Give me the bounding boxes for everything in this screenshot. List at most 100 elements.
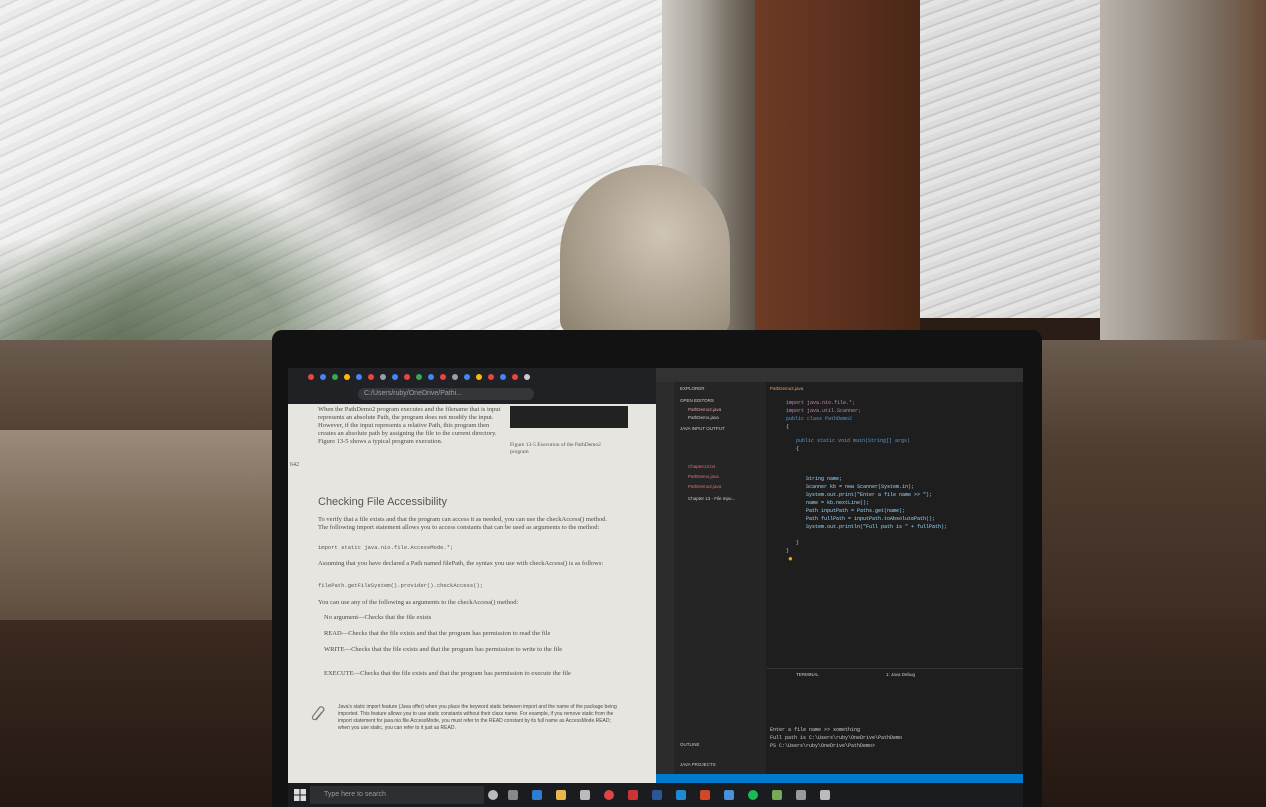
paragraph: Assuming that you have declared a Path n… <box>318 560 604 567</box>
tab-icon[interactable] <box>404 374 410 380</box>
sidebar-section[interactable]: JAVA INPUT OUTPUT <box>680 426 725 431</box>
editor-tab[interactable]: PathDemo2.java <box>770 386 803 391</box>
page-number: 642 <box>290 462 299 468</box>
store-icon[interactable] <box>580 790 590 800</box>
tab-terminal[interactable]: TERMINAL <box>796 672 819 677</box>
file-item[interactable]: PathDemo2.java <box>688 407 721 412</box>
paragraph: To verify that a file exists and that th… <box>318 516 608 531</box>
file-item[interactable]: PathDemo2.java <box>688 484 721 489</box>
code-line: String name; <box>806 476 843 482</box>
code-line: name = kb.nextLine(); <box>806 500 870 506</box>
tab-icon[interactable] <box>488 374 494 380</box>
lightbulb-icon[interactable]: ● <box>788 554 793 563</box>
paperclip-icon <box>311 706 325 721</box>
app-icon[interactable] <box>772 790 782 800</box>
code-line: import static java.nio.file.AccessMode.*… <box>318 544 454 551</box>
tab-icon[interactable] <box>464 374 470 380</box>
code-line: System.out.println("Full path is " + ful… <box>806 524 948 530</box>
tab-icon[interactable] <box>476 374 482 380</box>
file-item[interactable]: PathDemo.java <box>688 415 719 420</box>
tab-icon[interactable] <box>452 374 458 380</box>
file-explorer-icon[interactable] <box>556 790 566 800</box>
tab-icon[interactable] <box>380 374 386 380</box>
app-icon[interactable] <box>628 790 638 800</box>
sock-foot <box>560 165 730 335</box>
sidebar-section[interactable]: OPEN EDITORS <box>680 398 714 403</box>
code-line: System.out.print("Enter a file name >> "… <box>806 492 933 498</box>
tab-icon[interactable] <box>416 374 422 380</box>
figure-caption: Figure 13-5 Execution of the PathDemo2 p… <box>510 442 601 455</box>
cortana-icon[interactable] <box>488 790 498 800</box>
chrome-icon[interactable] <box>604 790 614 800</box>
activity-bar <box>656 382 674 782</box>
tab-icon[interactable] <box>524 374 530 380</box>
section-heading: Checking File Accessibility <box>318 496 447 508</box>
app-icon[interactable] <box>796 790 806 800</box>
window-frame-right <box>1100 0 1266 360</box>
task-view-icon[interactable] <box>508 790 518 800</box>
code-line: Path fullPath = inputPath.toAbsolutePath… <box>806 516 936 522</box>
tab-icon[interactable] <box>368 374 374 380</box>
mail-icon[interactable] <box>724 790 734 800</box>
code-line: Path inputPath = Paths.get(name); <box>806 508 906 514</box>
code-line: { <box>786 424 790 430</box>
tab-icon[interactable] <box>392 374 398 380</box>
note-text: Java's static import feature (Java offer… <box>338 704 617 731</box>
curtain <box>755 0 920 330</box>
terminal-line: Enter a file name >> something <box>770 727 861 733</box>
terminal-dropdown[interactable]: 1: Java Debug <box>886 672 915 677</box>
sidebar-section[interactable]: OUTLINE <box>680 742 700 747</box>
bullet-item: EXECUTE—Checks that the file exists and … <box>324 670 571 677</box>
terminal-line: Full path is C:\Users\ruby\OneDrive\Path… <box>770 735 903 741</box>
sidebar-title: EXPLORER <box>680 386 705 391</box>
tab-icon[interactable] <box>308 374 314 380</box>
powerpoint-icon[interactable] <box>700 790 710 800</box>
window-sill-ledge <box>0 430 290 640</box>
tab-icon[interactable] <box>440 374 446 380</box>
pdf-document: 642 When the PathDemo2 program executes … <box>288 404 656 784</box>
code-line: } <box>796 540 800 546</box>
tab-icon[interactable] <box>428 374 434 380</box>
file-item[interactable]: PathDemo.java <box>688 474 719 479</box>
snowy-yard-right <box>915 0 1115 318</box>
terminal-line: PS C:\Users\ruby\OneDrive\PathDemo> <box>770 743 876 749</box>
figure-image <box>510 406 628 428</box>
address-bar[interactable]: C:/Users/ruby/OneDrive/Pathi... <box>358 388 534 400</box>
code-line: { <box>796 446 800 452</box>
code-line: import java.util.Scanner; <box>786 408 862 414</box>
windows-taskbar: Type here to search <box>288 783 1023 807</box>
tab-icon[interactable] <box>344 374 350 380</box>
windows-start-icon[interactable] <box>294 789 306 801</box>
vscode-titlebar <box>656 368 1023 382</box>
taskbar-search[interactable]: Type here to search <box>310 786 484 804</box>
bullet-item: READ—Checks that the file exists and tha… <box>324 630 551 637</box>
vscode-status-bar <box>656 774 1023 783</box>
app-icon[interactable] <box>820 790 830 800</box>
code-editor[interactable]: PathDemo2.java import java.nio.file.*; i… <box>766 382 1023 672</box>
laptop-screen: C:/Users/ruby/OneDrive/Pathi... 642 When… <box>288 368 1023 807</box>
tab-icon[interactable] <box>500 374 506 380</box>
terminal-panel[interactable]: TERMINAL 1: Java Debug Enter a file name… <box>766 668 1023 784</box>
spotify-icon[interactable] <box>748 790 758 800</box>
tab-icon[interactable] <box>332 374 338 380</box>
code-line: import java.nio.file.*; <box>786 400 856 406</box>
browser-toolbar: C:/Users/ruby/OneDrive/Pathi... <box>288 368 658 404</box>
vscode-icon[interactable] <box>676 790 686 800</box>
edge-icon[interactable] <box>532 790 542 800</box>
paragraph: You can use any of the following as argu… <box>318 599 519 606</box>
code-line: public class PathDemo2 <box>786 416 853 422</box>
word-icon[interactable] <box>652 790 662 800</box>
tab-icon[interactable] <box>512 374 518 380</box>
bullet-item: No argument—Checks that the file exists <box>324 614 432 621</box>
code-line: public static void main(String[] args) <box>796 438 911 444</box>
paragraph: When the PathDemo2 program executes and … <box>318 406 501 445</box>
explorer-sidebar: EXPLORER OPEN EDITORS PathDemo2.java Pat… <box>674 382 766 782</box>
tab-icon[interactable] <box>320 374 326 380</box>
code-line: filePath.getFileSystem().provider().chec… <box>318 582 484 589</box>
sidebar-section[interactable]: JAVA PROJECTS <box>680 762 716 767</box>
file-item[interactable]: Chapter 13 - File Inpu... <box>688 496 735 501</box>
bullet-item: WRITE—Checks that the file exists and th… <box>324 646 563 653</box>
file-item[interactable]: Chapter13.txt <box>688 464 715 469</box>
tab-icon[interactable] <box>356 374 362 380</box>
vscode-window: EXPLORER OPEN EDITORS PathDemo2.java Pat… <box>656 368 1023 784</box>
